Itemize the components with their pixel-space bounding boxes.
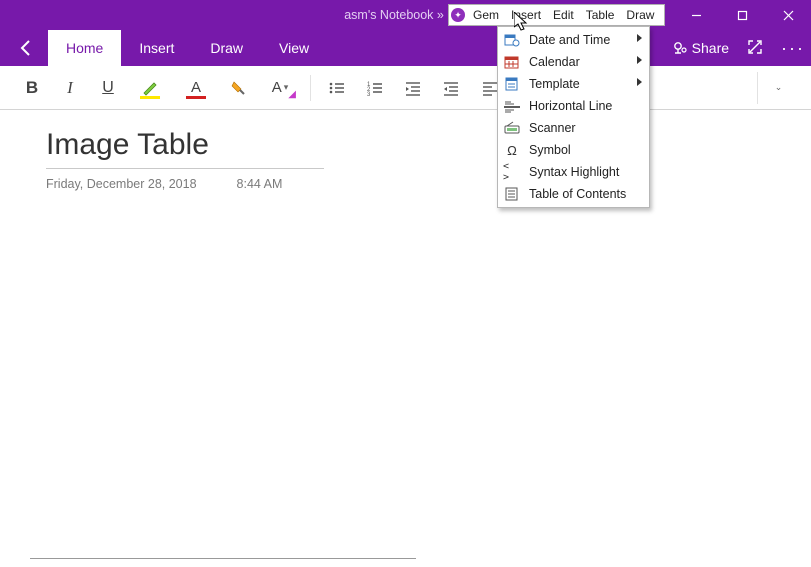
- menu-label: Table of Contents: [529, 187, 626, 201]
- page-date[interactable]: Friday, December 28, 2018: [46, 177, 197, 191]
- tab-view[interactable]: View: [261, 30, 327, 66]
- template-icon: [503, 76, 521, 92]
- outdent-button[interactable]: [395, 72, 431, 104]
- menu-label: Syntax Highlight: [529, 165, 619, 179]
- gem-menu-edit[interactable]: Edit: [547, 7, 580, 23]
- font-color-swatch: [186, 96, 206, 99]
- bold-icon: B: [26, 78, 38, 98]
- ribbon-toolbar: B I U A A ◢ ▾ 123 ▾ ng 1 ⌄: [0, 66, 811, 110]
- footer-line: [30, 558, 416, 559]
- fullscreen-button[interactable]: [747, 39, 763, 58]
- datetime-icon: [503, 32, 521, 48]
- gem-insert-dropdown: Date and Time Calendar Template Horizont…: [497, 26, 650, 208]
- chevron-down-icon: ⌄: [775, 82, 783, 93]
- ribbon-tabs: Home Insert Draw View Share ···: [0, 30, 811, 66]
- tab-draw[interactable]: Draw: [192, 30, 261, 66]
- underline-icon: U: [102, 79, 114, 97]
- page-title-input[interactable]: [46, 128, 326, 162]
- horizontal-line-icon: [503, 98, 521, 114]
- window-controls: [673, 0, 811, 30]
- menu-item-syntax-highlight[interactable]: < > Syntax Highlight: [499, 161, 648, 183]
- menu-label: Calendar: [529, 55, 580, 69]
- back-button[interactable]: [4, 30, 48, 66]
- indent-button[interactable]: [433, 72, 469, 104]
- menu-item-calendar[interactable]: Calendar: [499, 51, 648, 73]
- brush-icon: [229, 79, 247, 97]
- highlight-button[interactable]: [128, 72, 172, 104]
- menu-label: Template: [529, 77, 580, 91]
- page-time[interactable]: 8:44 AM: [237, 177, 283, 191]
- menu-item-datetime[interactable]: Date and Time: [499, 29, 648, 51]
- menu-label: Horizontal Line: [529, 99, 612, 113]
- menu-label: Scanner: [529, 121, 576, 135]
- svg-text:3: 3: [367, 92, 371, 96]
- menu-item-horizontal-line[interactable]: Horizontal Line: [499, 95, 648, 117]
- share-label: Share: [692, 40, 729, 56]
- underline-button[interactable]: U: [90, 72, 126, 104]
- page-canvas[interactable]: Friday, December 28, 2018 8:44 AM: [0, 110, 811, 567]
- omega-icon: Ω: [503, 142, 521, 158]
- tab-insert[interactable]: Insert: [121, 30, 192, 66]
- eraser-icon: ◢: [288, 89, 296, 100]
- bold-button[interactable]: B: [14, 72, 50, 104]
- gem-menu-bar: ✦ Gem Insert Edit Table Draw: [448, 4, 665, 26]
- gem-menu-table[interactable]: Table: [580, 7, 621, 23]
- title-underline: [46, 168, 324, 169]
- submenu-arrow-icon: [637, 56, 642, 64]
- format-painter-button[interactable]: [220, 72, 256, 104]
- menu-item-scanner[interactable]: Scanner: [499, 117, 648, 139]
- tab-home[interactable]: Home: [48, 30, 121, 66]
- share-button[interactable]: Share: [672, 40, 729, 56]
- submenu-arrow-icon: [637, 34, 642, 42]
- tab-label: Home: [66, 40, 103, 56]
- gem-brand[interactable]: Gem: [467, 7, 505, 23]
- gem-menu-insert[interactable]: Insert: [505, 7, 547, 23]
- clear-format-icon: A: [272, 79, 282, 96]
- page-meta: Friday, December 28, 2018 8:44 AM: [46, 177, 811, 191]
- calendar-icon: [503, 54, 521, 70]
- bullet-list-icon: [328, 80, 346, 96]
- titlebar: asm's Notebook » Qui: [0, 0, 811, 30]
- menu-label: Symbol: [529, 143, 571, 157]
- tab-label: View: [279, 40, 309, 56]
- font-color-icon: A: [191, 79, 201, 96]
- toc-icon: [503, 186, 521, 202]
- menu-item-table-of-contents[interactable]: Table of Contents: [499, 183, 648, 205]
- italic-icon: I: [67, 78, 73, 98]
- indent-icon: [442, 80, 460, 96]
- gem-menu-draw[interactable]: Draw: [620, 7, 660, 23]
- italic-button[interactable]: I: [52, 72, 88, 104]
- highlighter-icon: [141, 79, 159, 97]
- divider: [310, 75, 311, 101]
- tab-label: Draw: [210, 40, 243, 56]
- maximize-button[interactable]: [719, 0, 765, 30]
- scanner-icon: [503, 120, 521, 136]
- font-color-button[interactable]: A: [174, 72, 218, 104]
- menu-label: Date and Time: [529, 33, 610, 47]
- minimize-button[interactable]: [673, 0, 719, 30]
- tab-label: Insert: [139, 40, 174, 56]
- highlight-color-swatch: [140, 96, 160, 99]
- menu-item-symbol[interactable]: Ω Symbol: [499, 139, 648, 161]
- more-button[interactable]: ···: [781, 38, 805, 59]
- menu-item-template[interactable]: Template: [499, 73, 648, 95]
- clear-formatting-button[interactable]: A ◢ ▾: [258, 72, 302, 104]
- bullet-list-button[interactable]: [319, 72, 355, 104]
- share-icon: [672, 40, 688, 56]
- number-list-icon: 123: [366, 80, 384, 96]
- number-list-button[interactable]: 123: [357, 72, 393, 104]
- outdent-icon: [404, 80, 422, 96]
- close-button[interactable]: [765, 0, 811, 30]
- code-icon: < >: [503, 164, 521, 180]
- styles-dropdown-button[interactable]: ⌄: [757, 72, 797, 104]
- submenu-arrow-icon: [637, 78, 642, 86]
- gem-logo-icon: ✦: [451, 8, 465, 22]
